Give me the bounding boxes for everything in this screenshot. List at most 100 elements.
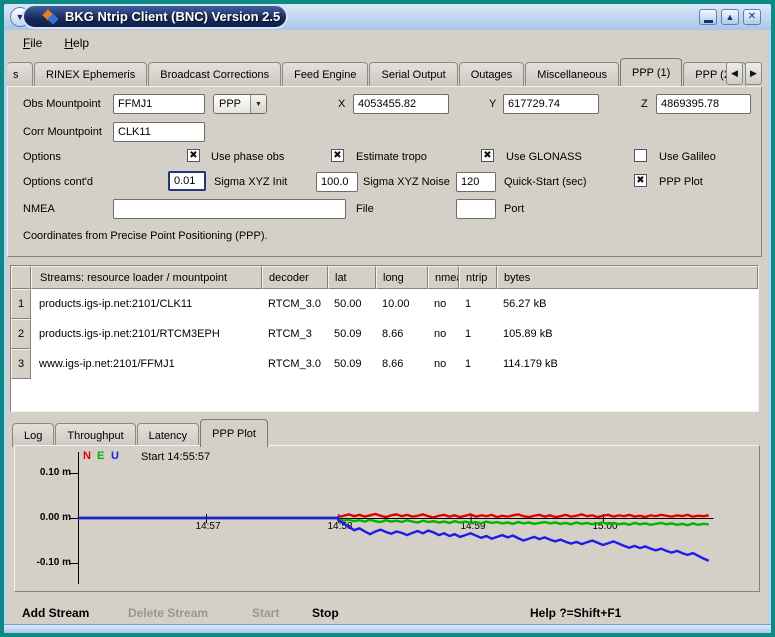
maximize-icon: ▲ xyxy=(726,13,735,22)
ppp-plot-checkbox[interactable] xyxy=(634,174,647,187)
options-label: Options xyxy=(23,151,61,163)
use-galileo-checkbox[interactable] xyxy=(634,149,647,162)
cell-long: 8.66 xyxy=(376,319,428,349)
arrow-left-icon: ◀ xyxy=(731,68,738,79)
cell-lat: 50.00 xyxy=(328,289,376,319)
row-number[interactable]: 3 xyxy=(11,349,31,379)
table-row[interactable]: 3 www.igs-ip.net:2101/FFMJ1 RTCM_3.0 50.… xyxy=(11,349,758,379)
header-decoder[interactable]: decoder xyxy=(262,266,328,289)
nmea-label: NMEA xyxy=(23,203,55,215)
tab-miscellaneous[interactable]: Miscellaneous xyxy=(525,62,619,86)
tab-ppp-plot[interactable]: PPP Plot xyxy=(200,419,268,447)
ppp-plot-pane: N E U Start 14:55:57 0.10 m 0.00 m -0.10… xyxy=(14,445,760,592)
use-galileo-label: Use Galileo xyxy=(659,151,716,163)
table-row[interactable]: 1 products.igs-ip.net:2101/CLK11 RTCM_3.… xyxy=(11,289,758,319)
window-frame: File Help s RINEX Ephemeris Broadcast Co… xyxy=(4,30,771,624)
header-source[interactable]: Streams: resource loader / mountpoint xyxy=(31,266,262,289)
use-phase-obs-checkbox[interactable] xyxy=(187,149,200,162)
tab-throughput[interactable]: Throughput xyxy=(55,423,135,447)
tab-scroll-left-button[interactable]: ◀ xyxy=(726,62,743,85)
cell-long: 8.66 xyxy=(376,349,428,379)
obs-mountpoint-input[interactable] xyxy=(113,94,205,114)
use-glonass-checkbox[interactable] xyxy=(481,149,494,162)
plot-start-label: Start 14:55:57 xyxy=(141,451,210,463)
stop-button[interactable]: Stop xyxy=(312,606,339,620)
cell-nmea: no xyxy=(428,349,459,379)
cell-lat: 50.09 xyxy=(328,349,376,379)
nmea-port-input[interactable] xyxy=(456,199,496,219)
x-tick-label: 15:00 xyxy=(590,521,620,532)
start-button[interactable]: Start xyxy=(252,606,279,620)
arrow-right-icon: ▶ xyxy=(750,68,757,79)
x-tick-label: 14:59 xyxy=(458,521,488,532)
x-tick-label: 14:57 xyxy=(193,521,223,532)
use-glonass-label: Use GLONASS xyxy=(506,151,582,163)
sigma-xyz-noise-input[interactable] xyxy=(316,172,358,192)
header-ntrip[interactable]: ntrip xyxy=(459,266,497,289)
legend-east: E xyxy=(97,450,104,462)
tab-serial-output[interactable]: Serial Output xyxy=(369,62,457,86)
combo-dropdown-button[interactable]: ▼ xyxy=(250,95,266,113)
use-phase-obs-label: Use phase obs xyxy=(211,151,284,163)
header-nmea[interactable]: nmea xyxy=(428,266,459,289)
streams-table: Streams: resource loader / mountpoint de… xyxy=(10,265,759,412)
sigma-xyz-init-label: Sigma XYZ Init xyxy=(214,176,287,188)
tab-scroll-right-button[interactable]: ▶ xyxy=(745,62,762,85)
maximize-button[interactable]: ▲ xyxy=(721,9,739,25)
cell-nmea: no xyxy=(428,289,459,319)
coord-z-input[interactable] xyxy=(656,94,751,114)
header-long[interactable]: long xyxy=(376,266,428,289)
app-logo-icon xyxy=(44,10,58,24)
cell-ntrip: 1 xyxy=(459,319,497,349)
tab-rinex-ephemeris[interactable]: RINEX Ephemeris xyxy=(34,62,147,86)
obs-mountpoint-label: Obs Mountpoint xyxy=(23,98,101,110)
chevron-down-icon: ▼ xyxy=(255,101,262,108)
close-icon: ✕ xyxy=(748,12,756,22)
tab-log[interactable]: Log xyxy=(12,423,54,447)
minimize-icon xyxy=(704,20,713,23)
app-window: ▼ BKG Ntrip Client (BNC) Version 2.5 ▲ ✕… xyxy=(0,0,775,637)
tab-ppp-1[interactable]: PPP (1) xyxy=(620,58,682,86)
minimize-button[interactable] xyxy=(699,9,717,25)
tab-observations-partial[interactable]: s xyxy=(7,62,33,86)
coord-x-input[interactable] xyxy=(353,94,449,114)
y-tick-label: 0.00 m xyxy=(21,512,71,523)
nmea-file-label: File xyxy=(356,203,374,215)
delete-stream-button[interactable]: Delete Stream xyxy=(128,606,208,620)
top-tab-bar: s RINEX Ephemeris Broadcast Corrections … xyxy=(7,62,747,86)
add-stream-button[interactable]: Add Stream xyxy=(22,606,89,620)
options-contd-label: Options cont'd xyxy=(23,176,93,188)
coord-y-label: Y xyxy=(489,98,496,110)
quick-start-input[interactable] xyxy=(456,172,496,192)
estimate-tropo-label: Estimate tropo xyxy=(356,151,427,163)
tab-feed-engine[interactable]: Feed Engine xyxy=(282,62,368,86)
menu-help[interactable]: Help xyxy=(60,34,93,52)
tab-broadcast-corrections[interactable]: Broadcast Corrections xyxy=(148,62,281,86)
coord-y-input[interactable] xyxy=(503,94,599,114)
panel-note: Coordinates from Precise Point Positioni… xyxy=(23,230,268,242)
row-number[interactable]: 1 xyxy=(11,289,31,319)
quick-start-label: Quick-Start (sec) xyxy=(504,176,587,188)
table-row[interactable]: 2 products.igs-ip.net:2101/RTCM3EPH RTCM… xyxy=(11,319,758,349)
sigma-xyz-init-input[interactable] xyxy=(168,171,206,191)
y-tick-label: 0.10 m xyxy=(21,467,71,478)
ppp-mode-combobox[interactable]: PPP ▼ xyxy=(213,94,267,114)
header-bytes[interactable]: bytes xyxy=(497,266,758,289)
cell-bytes: 105.89 kB xyxy=(497,319,758,349)
row-number[interactable]: 2 xyxy=(11,319,31,349)
tab-latency[interactable]: Latency xyxy=(137,423,200,447)
header-lat[interactable]: lat xyxy=(328,266,376,289)
cell-decoder: RTCM_3 xyxy=(262,319,328,349)
nmea-port-label: Port xyxy=(504,203,524,215)
close-button[interactable]: ✕ xyxy=(743,9,761,25)
estimate-tropo-checkbox[interactable] xyxy=(331,149,344,162)
cell-bytes: 114.179 kB xyxy=(497,349,758,379)
menu-file[interactable]: File xyxy=(19,34,46,52)
corr-mountpoint-input[interactable] xyxy=(113,122,205,142)
tab-outages[interactable]: Outages xyxy=(459,62,525,86)
sigma-xyz-noise-label: Sigma XYZ Noise xyxy=(363,176,450,188)
cell-ntrip: 1 xyxy=(459,289,497,319)
nmea-file-input[interactable] xyxy=(113,199,346,219)
coord-z-label: Z xyxy=(641,98,648,110)
ppp-plot-label: PPP Plot xyxy=(659,176,703,188)
